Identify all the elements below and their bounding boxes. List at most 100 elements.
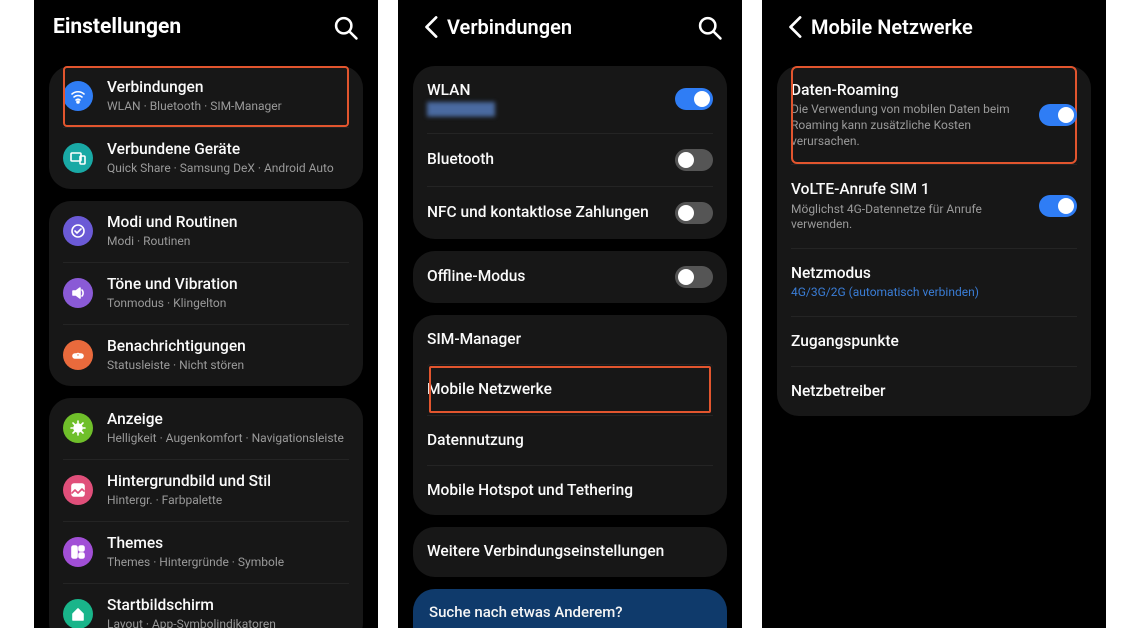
settings-row[interactable]: Netzbetreiber: [791, 366, 1077, 416]
check-icon: [63, 216, 93, 246]
settings-row[interactable]: Netzmodus 4G/3G/2G (automatisch verbinden…: [791, 248, 1077, 316]
settings-row[interactable]: Anzeige Helligkeit · Augenkomfort · Navig…: [63, 398, 349, 459]
row-text: Weitere Verbindungseinstellungen: [427, 542, 713, 561]
row-label: Themes: [107, 534, 349, 553]
banner-title: Suche nach etwas Anderem?: [429, 603, 711, 621]
row-label: Bluetooth: [427, 150, 665, 169]
row-sub: WLAN · Bluetooth · SIM-Manager: [107, 99, 349, 115]
row-label: Modi und Routinen: [107, 213, 349, 232]
row-sub: Layout · App-Symbolindikatoren: [107, 617, 349, 628]
row-label: Datennutzung: [427, 431, 713, 450]
row-text: Netzbetreiber: [791, 382, 1077, 401]
row-text: Mobile Netzwerke: [427, 380, 713, 399]
row-label: Mobile Hotspot und Tethering: [427, 481, 713, 500]
settings-row[interactable]: Daten-Roaming Die Verwendung von mobilen …: [791, 66, 1077, 164]
row-label: Verbindungen: [107, 78, 349, 97]
settings-row[interactable]: Startbildschirm Layout · App-Symbolindika…: [63, 583, 349, 628]
row-text: VoLTE-Anrufe SIM 1 Möglichst 4G-Datennetz…: [791, 180, 1029, 233]
settings-row[interactable]: Weitere Verbindungseinstellungen: [427, 527, 713, 576]
row-text: Mobile Hotspot und Tethering: [427, 481, 713, 500]
row-text: SIM-Manager: [427, 330, 713, 349]
row-label: Weitere Verbindungseinstellungen: [427, 542, 713, 561]
settings-row[interactable]: WLAN ████████: [427, 66, 713, 133]
row-label: Töne und Vibration: [107, 275, 349, 294]
settings-row[interactable]: Datennutzung: [427, 415, 713, 465]
row-label: WLAN: [427, 81, 665, 100]
search-button[interactable]: [695, 13, 723, 41]
row-text: Bluetooth: [427, 150, 665, 169]
settings-row[interactable]: Töne und Vibration Tonmodus · Klingelton: [63, 262, 349, 324]
row-label: VoLTE-Anrufe SIM 1: [791, 180, 1029, 199]
display-icon: [63, 413, 93, 443]
row-label: Netzmodus: [791, 264, 1077, 283]
row-label: Benachrichtigungen: [107, 337, 349, 356]
row-sub: Modi · Routinen: [107, 234, 349, 250]
row-sub: Hintergr. · Farbpalette: [107, 493, 349, 509]
devices-icon: [63, 143, 93, 173]
settings-row[interactable]: Verbundene Geräte Quick Share · Samsung D…: [63, 127, 349, 189]
row-sub: Quick Share · Samsung DeX · Android Auto: [107, 161, 349, 177]
settings-row[interactable]: Mobile Hotspot und Tethering: [427, 465, 713, 515]
row-text: WLAN ████████: [427, 81, 665, 118]
toggle[interactable]: [675, 202, 713, 224]
settings-row[interactable]: SIM-Manager: [427, 315, 713, 364]
row-sub: Helligkeit · Augenkomfort · Navigationsl…: [107, 431, 349, 447]
row-text: Startbildschirm Layout · App-Symbolindika…: [107, 596, 349, 628]
toggle[interactable]: [1039, 195, 1077, 217]
settings-row[interactable]: Bluetooth: [427, 133, 713, 186]
row-text: Töne und Vibration Tonmodus · Klingelton: [107, 275, 349, 312]
settings-row[interactable]: Themes Themes · Hintergründe · Symbole: [63, 521, 349, 583]
page-title: Verbindungen: [447, 15, 695, 39]
row-sub: Themes · Hintergründe · Symbole: [107, 555, 349, 571]
toggle[interactable]: [675, 149, 713, 171]
row-sub: Statusleiste · Nicht stören: [107, 358, 349, 374]
row-sub: Die Verwendung von mobilen Daten beim Ro…: [791, 102, 1029, 149]
row-text: Benachrichtigungen Statusleiste · Nicht s…: [107, 337, 349, 374]
page-title: Mobile Netzwerke: [811, 15, 1087, 39]
row-text: Hintergrundbild und Stil Hintergr. · Farb…: [107, 472, 349, 509]
row-text: Datennutzung: [427, 431, 713, 450]
row-label: Offline-Modus: [427, 267, 665, 286]
settings-row[interactable]: Zugangspunkte: [791, 316, 1077, 366]
row-text: Daten-Roaming Die Verwendung von mobilen …: [791, 81, 1029, 149]
row-text: Verbundene Geräte Quick Share · Samsung D…: [107, 140, 349, 177]
row-label: Daten-Roaming: [791, 81, 1029, 100]
toggle[interactable]: [1039, 104, 1077, 126]
back-button[interactable]: [417, 12, 447, 42]
suggestion-banner[interactable]: Suche nach etwas Anderem?Samsung Cloud: [413, 589, 727, 628]
settings-row[interactable]: VoLTE-Anrufe SIM 1 Möglichst 4G-Datennetz…: [791, 164, 1077, 248]
wallpaper-icon: [63, 475, 93, 505]
row-text: Themes Themes · Hintergründe · Symbole: [107, 534, 349, 571]
settings-row[interactable]: Verbindungen WLAN · Bluetooth · SIM-Manag…: [63, 66, 349, 127]
row-label: Startbildschirm: [107, 596, 349, 615]
row-sub: Tonmodus · Klingelton: [107, 296, 349, 312]
row-label: Hintergrundbild und Stil: [107, 472, 349, 491]
row-label: NFC und kontaktlose Zahlungen: [427, 203, 665, 222]
settings-row[interactable]: Mobile Netzwerke: [427, 364, 713, 414]
toggle[interactable]: [675, 88, 713, 110]
home-icon: [63, 599, 93, 628]
row-text: Modi und Routinen Modi · Routinen: [107, 213, 349, 250]
settings-row[interactable]: NFC und kontaktlose Zahlungen: [427, 186, 713, 239]
row-text: Anzeige Helligkeit · Augenkomfort · Navig…: [107, 410, 349, 447]
row-label: Anzeige: [107, 410, 349, 429]
row-sub: 4G/3G/2G (automatisch verbinden): [791, 285, 1077, 301]
page-title: Einstellungen: [53, 15, 331, 39]
settings-row[interactable]: Offline-Modus: [427, 251, 713, 303]
row-label: Netzbetreiber: [791, 382, 1077, 401]
row-sub: Möglichst 4G-Datennetze für Anrufe verwe…: [791, 202, 1029, 233]
settings-row[interactable]: Modi und Routinen Modi · Routinen: [63, 201, 349, 262]
search-button[interactable]: [331, 13, 359, 41]
toggle[interactable]: [675, 266, 713, 288]
row-text: Zugangspunkte: [791, 332, 1077, 351]
row-text: Netzmodus 4G/3G/2G (automatisch verbinden…: [791, 264, 1077, 301]
settings-row[interactable]: Benachrichtigungen Statusleiste · Nicht s…: [63, 324, 349, 386]
row-label: Zugangspunkte: [791, 332, 1077, 351]
row-sub: ████████: [427, 102, 665, 118]
row-label: Verbundene Geräte: [107, 140, 349, 159]
wifi-icon: [63, 81, 93, 111]
settings-row[interactable]: Hintergrundbild und Stil Hintergr. · Farb…: [63, 459, 349, 521]
row-text: Verbindungen WLAN · Bluetooth · SIM-Manag…: [107, 78, 349, 115]
row-label: SIM-Manager: [427, 330, 713, 349]
back-button[interactable]: [781, 12, 811, 42]
